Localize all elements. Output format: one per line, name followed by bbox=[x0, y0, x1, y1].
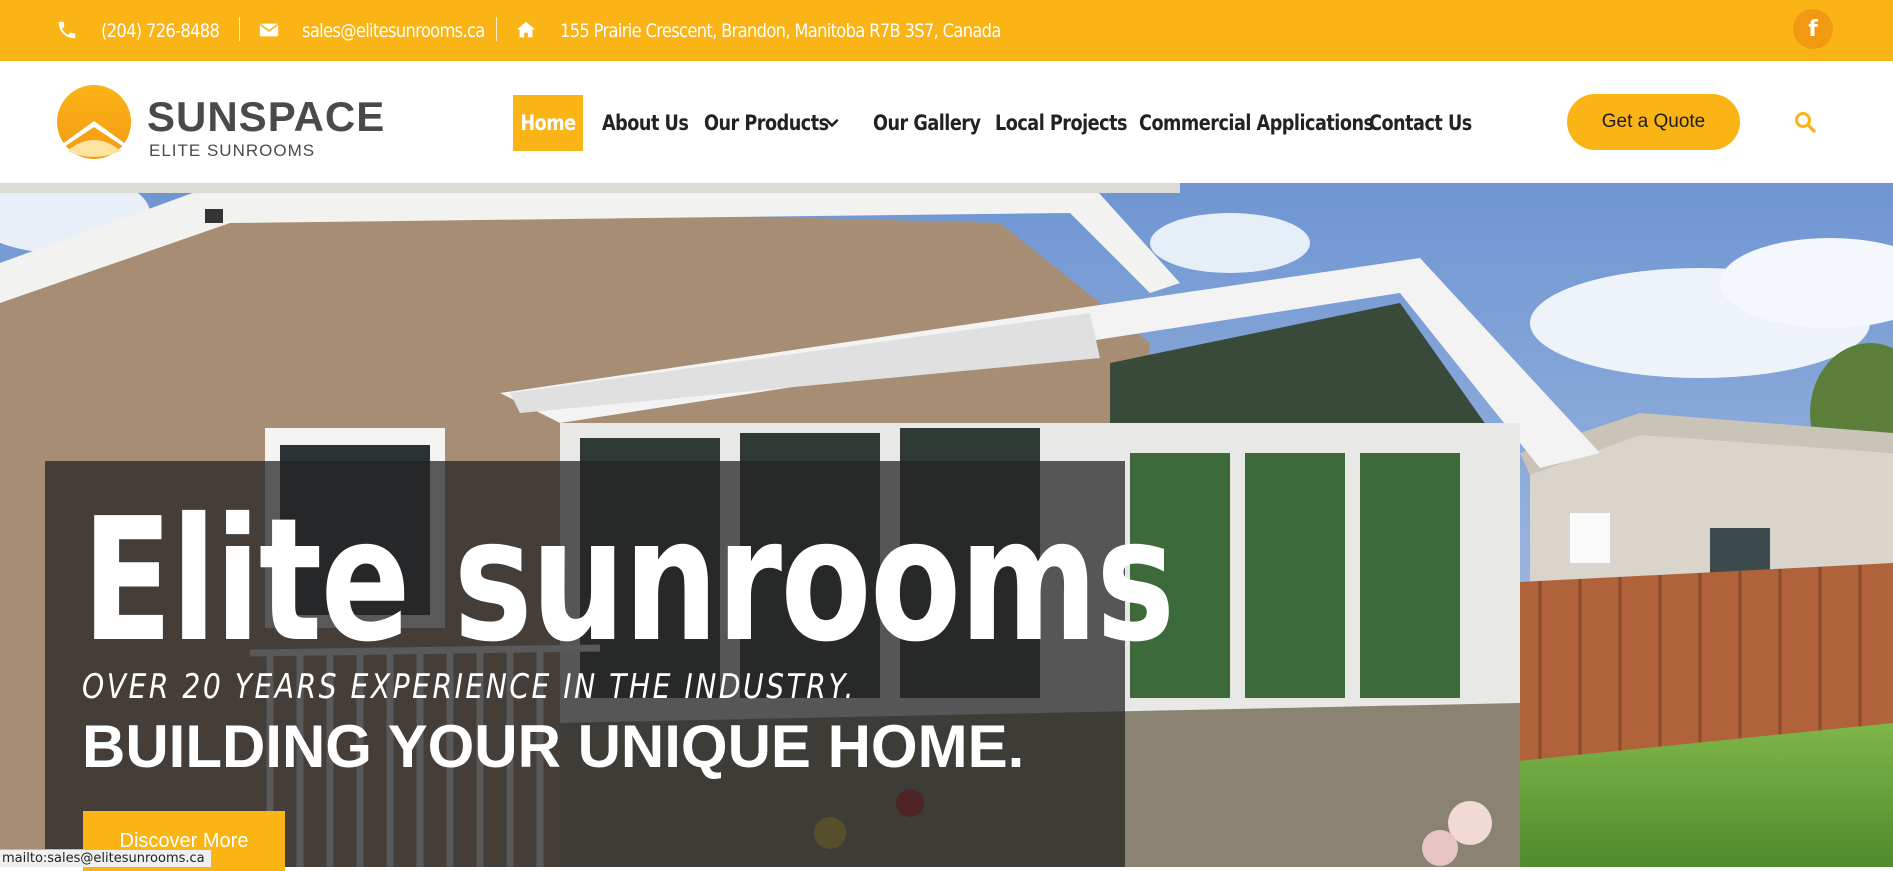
top-contact-bar: (204) 726-8488 sales@elitesunrooms.ca 15… bbox=[0, 0, 1893, 61]
nav-item-commercial-applications[interactable]: Commercial Applications bbox=[1139, 95, 1374, 151]
phone-link[interactable]: (204) 726-8488 bbox=[101, 0, 220, 61]
address-text: 155 Prairie Crescent, Brandon, Manitoba … bbox=[560, 19, 1001, 42]
nav-item-local-projects[interactable]: Local Projects bbox=[995, 95, 1128, 151]
facebook-glyph: f bbox=[1808, 16, 1818, 42]
nav-item-home[interactable]: Home bbox=[513, 95, 583, 151]
get-a-quote-button[interactable]: Get a Quote bbox=[1567, 94, 1740, 150]
home-icon bbox=[516, 21, 536, 38]
divider bbox=[239, 17, 240, 41]
chevron-down-icon[interactable] bbox=[824, 115, 840, 131]
browser-status-bar: mailto:sales@elitesunrooms.ca bbox=[0, 849, 212, 867]
nav-item-contact-us[interactable]: Contact Us bbox=[1369, 95, 1472, 151]
nav-item-our-products[interactable]: Our Products bbox=[704, 95, 829, 151]
divider bbox=[496, 17, 497, 41]
sun-logo-icon bbox=[57, 85, 131, 159]
hero-title: Elite sunrooms bbox=[82, 482, 1175, 680]
email-link[interactable]: sales@elitesunrooms.ca bbox=[302, 0, 485, 61]
envelope-icon bbox=[259, 23, 279, 37]
nav-item-our-gallery[interactable]: Our Gallery bbox=[873, 95, 981, 151]
facebook-icon[interactable]: f bbox=[1793, 9, 1833, 49]
nav-home-label: Home bbox=[520, 111, 576, 135]
nav-item-about-us[interactable]: About Us bbox=[602, 95, 689, 151]
hero-section: Elite sunrooms OVER 20 YEARS EXPERIENCE … bbox=[0, 183, 1893, 867]
logo-subtitle: ELITE SUNROOMS bbox=[149, 141, 316, 160]
logo-title: SUNSPACE bbox=[147, 93, 386, 140]
phone-icon bbox=[58, 21, 76, 39]
hero-tagline: BUILDING YOUR UNIQUE HOME. bbox=[82, 713, 1025, 780]
hero-subtitle: OVER 20 YEARS EXPERIENCE IN THE INDUSTRY… bbox=[82, 667, 856, 707]
search-icon[interactable] bbox=[1793, 110, 1817, 134]
